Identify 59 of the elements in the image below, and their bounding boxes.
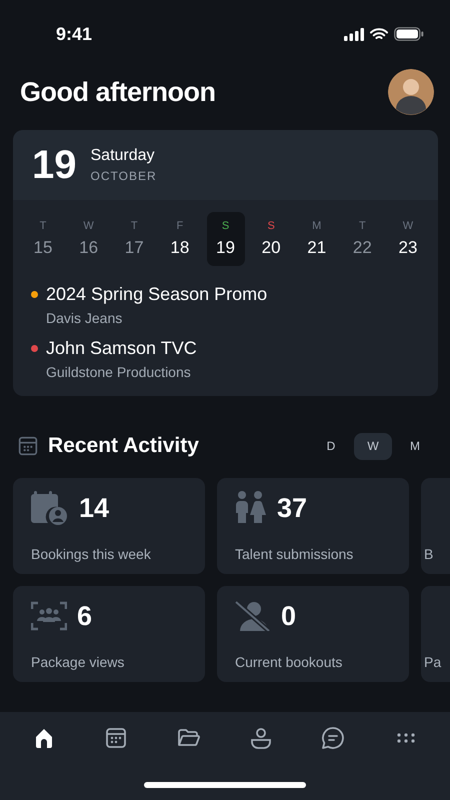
day-letter: F <box>176 220 184 232</box>
stat-label: Bookings this week <box>31 546 152 562</box>
stat-card[interactable]: Pa <box>421 586 450 682</box>
group-scan-icon <box>31 601 67 631</box>
stat-label: Package views <box>31 654 126 670</box>
day-letter: W <box>402 220 414 232</box>
day-letter: M <box>312 220 322 232</box>
stat-value: 6 <box>77 600 92 632</box>
date-number: 19 <box>32 142 76 188</box>
calendar-icon <box>104 726 128 750</box>
day-item[interactable]: T 15 <box>24 212 62 266</box>
day-item[interactable]: S 20 <box>252 212 290 266</box>
day-letter: W <box>83 220 94 232</box>
day-letter: S <box>222 220 230 232</box>
day-letter: T <box>359 220 366 232</box>
day-item[interactable]: T 22 <box>343 212 382 266</box>
period-tab[interactable]: M <box>396 432 434 460</box>
person-off-icon <box>235 601 271 631</box>
period-tab[interactable]: D <box>312 432 350 460</box>
avatar[interactable] <box>388 69 434 115</box>
stat-card[interactable]: 37 Talent submissions <box>217 478 409 574</box>
day-item[interactable]: W 16 <box>70 212 108 266</box>
greeting: Good afternoon <box>20 76 216 108</box>
stat-card[interactable]: 14 Bookings this week <box>13 478 205 574</box>
chat-icon <box>321 726 346 750</box>
event-client: Guildstone Productions <box>46 364 192 380</box>
stat-value: 0 <box>281 600 296 632</box>
stat-label: Current bookouts <box>235 654 344 670</box>
day-item[interactable]: M 21 <box>298 212 336 266</box>
stat-label: B <box>424 546 434 562</box>
stat-card[interactable]: 6 Package views <box>13 586 205 682</box>
section-title: Recent Activity <box>48 434 200 458</box>
stat-card[interactable]: 0 Current bookouts <box>217 586 409 682</box>
stat-card[interactable]: B <box>421 478 450 574</box>
event-title[interactable]: 2024 Spring Season Promo <box>46 284 268 305</box>
day-letter: T <box>130 220 138 232</box>
calendar-icon <box>18 436 38 456</box>
wifi-icon <box>370 28 388 40</box>
day-item[interactable]: T 17 <box>115 212 154 266</box>
status-time: 9:41 <box>56 24 92 44</box>
stat-value: 37 <box>277 492 308 524</box>
battery-icon <box>394 27 424 41</box>
day-item[interactable]: F 18 <box>160 212 199 266</box>
people-icon <box>235 491 267 525</box>
day-letter: S <box>267 220 275 232</box>
signal-icon <box>344 28 364 40</box>
person-icon <box>249 726 274 750</box>
day-letter: T <box>40 220 46 232</box>
day-item[interactable]: S 19 <box>206 212 244 266</box>
stat-label: Pa <box>424 654 442 670</box>
day-item[interactable]: W 23 <box>389 212 427 266</box>
event-client: Davis Jeans <box>46 310 124 326</box>
period-tab[interactable]: W <box>354 432 392 460</box>
stat-value: 14 <box>79 492 110 524</box>
month: OCTOBER <box>90 169 157 183</box>
stat-label: Talent submissions <box>235 546 354 562</box>
calendar-person-icon <box>31 491 69 525</box>
weekday: Saturday <box>90 147 156 165</box>
event-title[interactable]: John Samson TVC <box>46 338 197 359</box>
